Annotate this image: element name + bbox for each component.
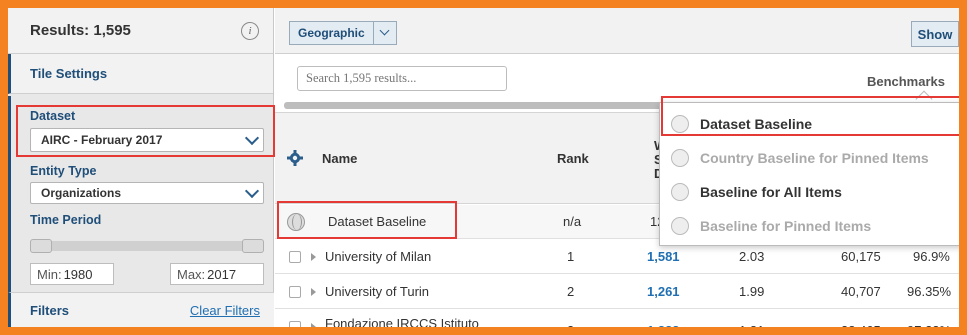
filters-label: Filters [30, 302, 70, 318]
app-frame: Results: 1,595 i Tile Settings Dataset A… [8, 8, 959, 327]
results-header: Results: 1,595 i [8, 8, 273, 54]
tile-settings-header[interactable]: Tile Settings [8, 54, 273, 94]
time-slider-max-handle[interactable] [242, 239, 264, 253]
menu-item-label: Baseline for All Items [700, 184, 842, 200]
row-checkbox[interactable] [289, 251, 301, 263]
row-checkbox[interactable] [289, 286, 301, 298]
row-name[interactable]: Fondazione IRCCS Istituto [325, 310, 479, 327]
globe-icon [671, 115, 689, 133]
row-checkbox[interactable] [289, 321, 301, 327]
row-pct: 97.22% [907, 310, 951, 327]
menu-item-country-baseline-pinned: Country Baseline for Pinned Items [660, 141, 959, 175]
table-row[interactable]: Fondazione IRCCS Istituto 3 1,333 1.81 3… [275, 310, 959, 327]
menu-item-baseline-all-items[interactable]: Baseline for All Items [660, 175, 959, 209]
row-rank: 1 [567, 249, 575, 264]
pin-icon [671, 217, 689, 235]
row-pct: 96.35% [907, 284, 952, 299]
row-impact: 1.99 [739, 284, 765, 299]
tile-settings-label: Tile Settings [30, 66, 108, 81]
min-value: 1980 [63, 266, 93, 282]
baseline-rank: n/a [563, 214, 582, 229]
settings-section: Dataset AIRC - February 2017 Entity Type… [8, 96, 274, 292]
show-button[interactable]: Show [911, 21, 959, 47]
chevron-down-icon [244, 183, 260, 198]
row-docs[interactable]: 1,333 [647, 310, 680, 327]
gear-icon[interactable] [287, 150, 303, 166]
results-count: Results: 1,595 [30, 22, 131, 39]
entity-type-label: Entity Type [30, 164, 97, 178]
expand-icon[interactable] [311, 253, 316, 261]
min-label: Min: [37, 266, 62, 282]
time-period-label: Time Period [30, 213, 102, 227]
row-rank: 3 [567, 310, 574, 327]
time-slider-min-handle[interactable] [30, 239, 52, 253]
column-header-name[interactable]: Name [322, 151, 357, 166]
row-docs[interactable]: 1,261 [647, 275, 680, 308]
dataset-select[interactable]: AIRC - February 2017 [30, 128, 264, 152]
globe-icon [287, 212, 305, 231]
geographic-label: Geographic [290, 22, 374, 44]
menu-item-label: Dataset Baseline [700, 116, 813, 132]
menu-item-label: Country Baseline for Pinned Items [700, 150, 929, 166]
baseline-name: Dataset Baseline [328, 214, 427, 229]
dataset-value: AIRC - February 2017 [41, 133, 163, 147]
horizontal-scrollbar[interactable] [284, 102, 664, 109]
expand-icon[interactable] [311, 288, 316, 296]
chevron-down-icon [244, 130, 260, 145]
benchmarks-menu: Dataset Baseline Country Baseline for Pi… [659, 102, 959, 246]
sidebar: Results: 1,595 i Tile Settings Dataset A… [8, 8, 274, 327]
max-value: 2017 [207, 266, 237, 282]
table-row[interactable]: University of Turin 2 1,261 1.99 40,707 … [275, 275, 959, 309]
row-name[interactable]: University of Milan [325, 240, 431, 273]
entity-type-value: Organizations [41, 186, 122, 200]
info-icon[interactable]: i [241, 21, 259, 40]
geographic-dropdown[interactable]: Geographic [289, 21, 397, 45]
max-year-field[interactable]: Max: 2017 [170, 263, 264, 285]
cell [287, 205, 305, 238]
menu-item-dataset-baseline[interactable]: Dataset Baseline [660, 107, 959, 141]
column-header-rank[interactable]: Rank [557, 151, 589, 166]
chevron-down-icon [379, 25, 390, 36]
row-name[interactable]: University of Turin [325, 275, 429, 308]
chevron-down-icon [374, 25, 396, 36]
search-row: Benchmarks [275, 55, 959, 101]
menu-item-baseline-pinned-items: Baseline for Pinned Items [660, 209, 959, 243]
row-cites: 40,707 [841, 284, 881, 299]
dataset-label: Dataset [30, 109, 76, 123]
benchmarks-link[interactable]: Benchmarks [867, 74, 945, 89]
search-input[interactable] [297, 66, 507, 91]
row-impact: 1.81 [739, 310, 764, 327]
min-year-field[interactable]: Min: 1980 [30, 263, 114, 285]
top-toolbar: Geographic Show [275, 8, 959, 54]
max-label: Max: [177, 266, 206, 282]
time-slider-track[interactable] [40, 241, 252, 251]
clear-filters-link[interactable]: Clear Filters [190, 303, 260, 318]
menu-item-label: Baseline for Pinned Items [700, 218, 872, 234]
expand-icon[interactable] [311, 323, 316, 327]
row-rank: 2 [567, 284, 575, 299]
entity-type-select[interactable]: Organizations [30, 182, 264, 204]
row-cites: 38,465 [841, 310, 881, 327]
flag-icon [671, 149, 689, 167]
dots-icon [671, 183, 689, 201]
filters-header: Filters Clear Filters [8, 292, 274, 327]
